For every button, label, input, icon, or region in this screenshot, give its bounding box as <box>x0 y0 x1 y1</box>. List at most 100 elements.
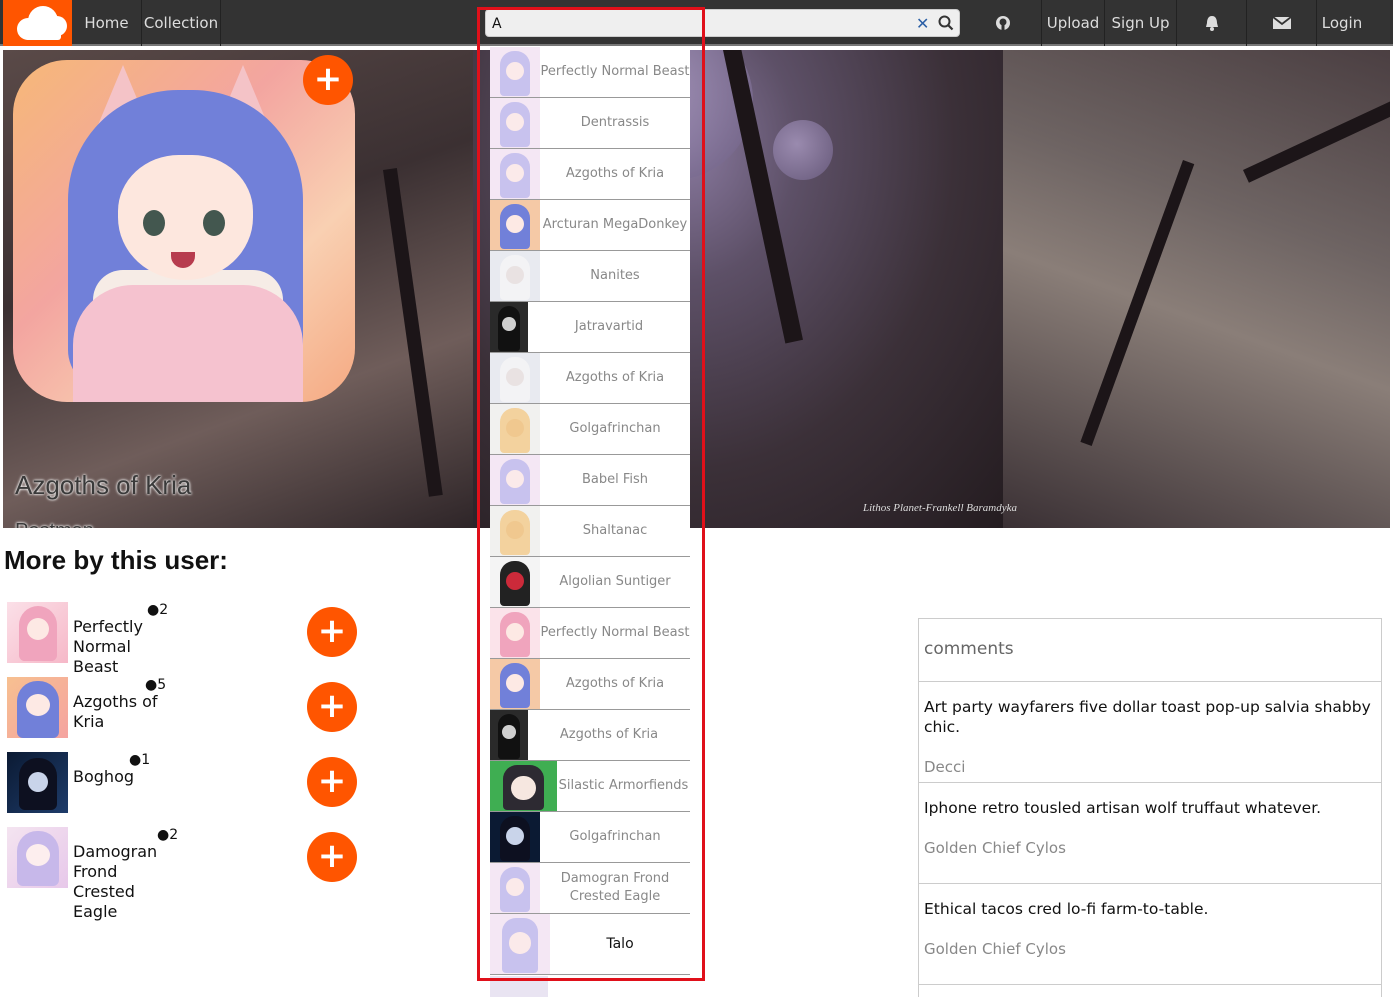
comment: Iphone retro tousled artisan wolf truffa… <box>919 783 1381 884</box>
thumbnail <box>7 752 68 813</box>
add-button[interactable]: + <box>307 832 357 882</box>
add-button[interactable]: + <box>307 607 357 657</box>
suggestion-item[interactable]: Azgoths of Kria <box>490 710 690 761</box>
search-box: ✕ <box>485 9 960 37</box>
comment-author[interactable]: Golden Chief Cylos <box>924 940 1376 958</box>
suggestion-label[interactable]: Damogran Frond Crested Eagle <box>540 863 690 913</box>
suggestion-thumbnail <box>490 608 540 658</box>
comments-heading: comments <box>919 619 1381 682</box>
suggestion-thumbnail <box>490 710 528 760</box>
suggestion-item[interactable]: Talo <box>490 914 690 975</box>
suggestion-thumbnail <box>490 302 528 352</box>
comment-author[interactable]: Golden Chief Cylos <box>924 839 1376 857</box>
suggestion-label[interactable]: Algolian Suntiger <box>540 557 690 607</box>
hero-banner: Lithos Planet-Frankell Baramdyka + Azgot… <box>3 50 1390 528</box>
suggestion-label[interactable]: Perfectly Normal Beast <box>540 47 690 97</box>
hero-title: Azgoths of Kria <box>15 470 192 500</box>
suggestion-item[interactable]: Perfectly Normal Beast <box>490 47 690 98</box>
comment-count: ●5 <box>145 677 167 693</box>
suggestion-item[interactable]: Silastic Armorfiends <box>490 761 690 812</box>
nav-collection[interactable]: Collection <box>142 0 221 46</box>
suggestion-label[interactable]: Talo <box>550 914 690 974</box>
item-title[interactable]: Damogran Frond Crested Eagle <box>73 842 158 922</box>
item-title[interactable]: Boghog <box>73 767 158 787</box>
suggestion-item[interactable]: Jatravartid <box>490 302 690 353</box>
comment-icon: ● <box>129 752 142 768</box>
suggestion-item[interactable]: Damogran Frond Crested Eagle <box>490 863 690 914</box>
suggestion-item[interactable]: Golgafrinchan <box>490 404 690 455</box>
comment-text: Art party wayfarers five dollar toast po… <box>924 698 1371 736</box>
bell-icon[interactable] <box>1177 0 1247 46</box>
list-item[interactable]: Damogran Frond Crested Eagle ●2 + <box>7 827 367 927</box>
clear-icon[interactable]: ✕ <box>916 14 929 33</box>
comment-author[interactable]: Decci <box>924 758 1376 776</box>
suggestion-label[interactable]: Shaltanac <box>540 506 690 556</box>
search-icon[interactable] <box>938 15 954 31</box>
suggestion-item[interactable]: Azgoths of Kria <box>490 659 690 710</box>
hero-bg-right <box>1003 50 1390 528</box>
suggestion-label[interactable]: Nanites <box>540 251 690 301</box>
suggestion-label[interactable]: Golgafrinchan <box>540 812 690 862</box>
nav-signup[interactable]: Sign Up <box>1105 0 1177 46</box>
nav-upload[interactable]: Upload <box>1041 0 1105 46</box>
suggestion-thumbnail <box>490 98 540 148</box>
search-suggestions: Perfectly Normal Beast Dentrassis Azgoths … <box>490 47 690 997</box>
suggestion-item[interactable]: Azgoths of Kria <box>490 353 690 404</box>
suggestion-label[interactable]: Dentrassis <box>540 98 690 148</box>
search-input[interactable] <box>492 13 892 35</box>
suggestion-thumbnail <box>490 404 540 454</box>
suggestion-item[interactable]: Azgoths of Kria <box>490 149 690 200</box>
suggestion-item[interactable]: Nanites <box>490 251 690 302</box>
suggestion-thumbnail <box>490 149 540 199</box>
add-button[interactable]: + <box>307 757 357 807</box>
suggestion-thumbnail <box>490 812 540 862</box>
cloud-logo-icon[interactable] <box>3 0 72 46</box>
suggestion-label[interactable]: Arcturan MegaDonkey <box>540 200 690 250</box>
list-item[interactable]: Azgoths of Kria ●5 + <box>7 677 367 752</box>
suggestion-label[interactable]: Azgoths of Kria <box>540 149 690 199</box>
suggestion-thumbnail <box>490 659 540 709</box>
suggestion-thumbnail <box>490 557 540 607</box>
item-title[interactable]: Perfectly Normal Beast <box>73 617 158 677</box>
mail-icon[interactable] <box>1247 0 1317 46</box>
add-button[interactable]: + <box>307 682 357 732</box>
thumbnail <box>7 602 68 663</box>
suggestion-thumbnail <box>490 863 540 913</box>
suggestion-thumbnail <box>490 47 540 97</box>
suggestion-item[interactable]: Golgafrinchan <box>490 812 690 863</box>
suggestion-label[interactable]: Azgoths of Kria <box>540 659 690 709</box>
suggestion-label[interactable]: Perfectly Normal Beast <box>540 608 690 658</box>
nav-login[interactable]: Login <box>1317 0 1367 46</box>
suggestion-label[interactable]: Azgoths of Kria <box>528 710 690 760</box>
nav-home[interactable]: Home <box>72 0 142 46</box>
suggestion-thumbnail <box>490 251 540 301</box>
suggestion-thumbnail <box>490 353 540 403</box>
comments-panel: comments Art party wayfarers five dollar… <box>918 618 1382 997</box>
suggestion-label[interactable]: Azgoths of Kria <box>540 353 690 403</box>
thumbnail <box>7 827 68 888</box>
hero-subtitle: Postman <box>15 520 94 528</box>
suggestion-thumbnail <box>490 761 557 811</box>
add-to-collection-button[interactable]: + <box>303 55 353 105</box>
github-icon[interactable] <box>975 0 1030 46</box>
comment-icon: ● <box>157 827 170 843</box>
thumbnail <box>7 677 68 738</box>
suggestion-label[interactable]: Golgafrinchan <box>540 404 690 454</box>
suggestion-item[interactable]: Shaltanac <box>490 506 690 557</box>
profile-avatar <box>13 60 355 402</box>
suggestion-item[interactable]: Arcturan MegaDonkey <box>490 200 690 251</box>
list-item[interactable]: Perfectly Normal Beast ●2 + <box>7 602 367 677</box>
suggestion-label[interactable]: Babel Fish <box>540 455 690 505</box>
list-item[interactable]: Boghog ●1 + <box>7 752 367 827</box>
more-heading: More by this user: <box>4 545 228 575</box>
suggestion-label[interactable]: Jatravartid <box>528 302 690 352</box>
navbar: Home Collection ✕ Upload Sign Up Login <box>0 0 1393 46</box>
item-title[interactable]: Azgoths of Kria <box>73 692 158 732</box>
suggestion-item[interactable]: Dentrassis <box>490 98 690 149</box>
suggestion-item[interactable]: Perfectly Normal Beast <box>490 608 690 659</box>
suggestion-item[interactable]: Babel Fish <box>490 455 690 506</box>
suggestion-item[interactable]: Algolian Suntiger <box>490 557 690 608</box>
suggestion-thumbnail <box>490 976 548 997</box>
suggestion-label[interactable]: Silastic Armorfiends <box>557 761 690 811</box>
comment: Art party wayfarers five dollar toast po… <box>919 682 1381 783</box>
